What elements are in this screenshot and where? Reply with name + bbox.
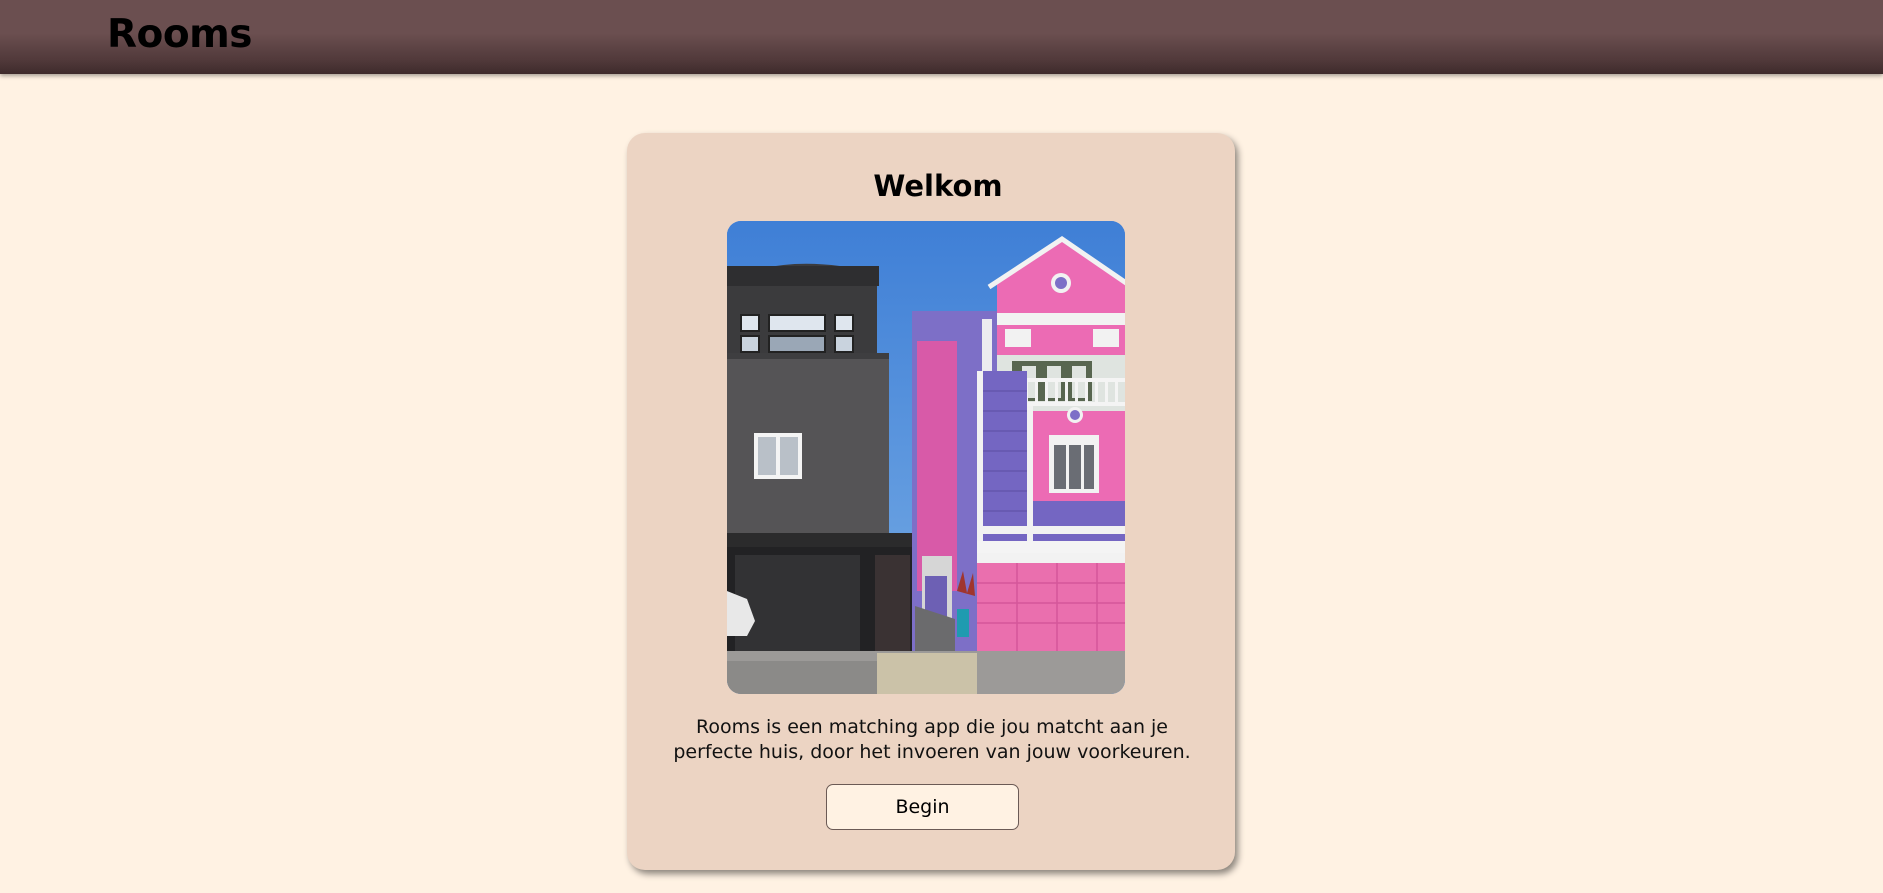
card-heading: Welkom (873, 169, 1003, 203)
app-description: Rooms is een matching app die jou matcht… (673, 716, 1191, 763)
app-title: Rooms (107, 12, 252, 57)
top-header-bar: Rooms (0, 0, 1883, 74)
welcome-card: Welkom Rooms is een matching app die jou… (627, 133, 1235, 870)
house-photo (727, 221, 1125, 694)
begin-button[interactable]: Begin (826, 784, 1019, 830)
